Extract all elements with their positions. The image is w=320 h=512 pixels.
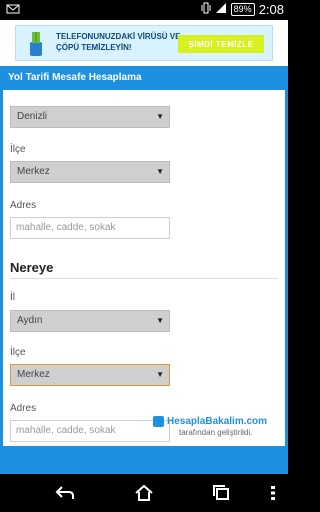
clock: 2:08	[258, 2, 284, 17]
to-city-label: İl	[10, 292, 15, 303]
main-content: Denizli ▼ İlçe Merkez ▼ Adres mahalle, c…	[0, 90, 288, 446]
to-district-value: Merkez	[17, 369, 50, 380]
dropdown-arrow-icon: ▼	[156, 316, 164, 325]
brand-tagline: tarafından geliştirildi.	[179, 428, 253, 437]
dropdown-arrow-icon: ▼	[156, 370, 164, 379]
ad-clean-button[interactable]: ŞİMDİ TEMİZLE	[178, 35, 264, 53]
to-city-select[interactable]: Aydın ▼	[10, 310, 170, 332]
from-city-select[interactable]: Denizli ▼	[10, 106, 170, 128]
calculator-icon	[153, 416, 164, 427]
navigation-bar	[0, 474, 288, 512]
recent-apps-icon[interactable]	[211, 484, 233, 502]
ad-banner[interactable]: TELEFONUNUZDAKİ VİRÜSÜ VE ÇÖPÜ TEMİZLEYİ…	[0, 20, 288, 66]
notification-icons	[6, 3, 20, 18]
ad-content[interactable]: TELEFONUNUZDAKİ VİRÜSÜ VE ÇÖPÜ TEMİZLEYİ…	[15, 25, 273, 61]
battery-indicator: 89%	[230, 3, 255, 16]
dropdown-arrow-icon: ▼	[156, 112, 164, 121]
ad-text: TELEFONUNUZDAKİ VİRÜSÜ VE ÇÖPÜ TEMİZLEYİ…	[56, 32, 181, 52]
signal-icon	[215, 2, 227, 17]
section-divider	[10, 278, 278, 279]
broom-icon	[30, 32, 42, 56]
from-district-label: İlçe	[10, 144, 26, 155]
message-icon	[6, 4, 20, 14]
dropdown-arrow-icon: ▼	[156, 167, 164, 176]
to-district-select[interactable]: Merkez ▼	[10, 364, 170, 386]
overflow-menu-icon[interactable]	[270, 486, 276, 500]
to-city-value: Aydın	[17, 315, 43, 326]
from-district-value: Merkez	[17, 166, 50, 177]
to-section-title: Nereye	[10, 260, 54, 275]
home-icon[interactable]	[133, 484, 155, 502]
to-address-label: Adres	[10, 403, 37, 414]
bottom-bar	[0, 446, 288, 474]
to-district-label: İlçe	[10, 347, 26, 358]
from-district-select[interactable]: Merkez ▼	[10, 161, 170, 183]
brand-credit[interactable]: HesaplaBakalim.com tarafından geliştiril…	[153, 416, 285, 438]
from-address-label: Adres	[10, 200, 37, 211]
status-bar: 89% 2:08	[0, 0, 288, 20]
to-address-input[interactable]: mahalle, cadde, sokak	[10, 420, 170, 442]
vibrate-icon	[201, 2, 211, 17]
app-title: Yol Tarifi Mesafe Hesaplama	[0, 66, 288, 90]
from-city-value: Denizli	[17, 111, 48, 122]
brand-name: HesaplaBakalim.com	[167, 416, 268, 427]
from-address-input[interactable]: mahalle, cadde, sokak	[10, 217, 170, 239]
back-icon[interactable]	[54, 484, 76, 502]
form-panel: Denizli ▼ İlçe Merkez ▼ Adres mahalle, c…	[3, 90, 285, 446]
